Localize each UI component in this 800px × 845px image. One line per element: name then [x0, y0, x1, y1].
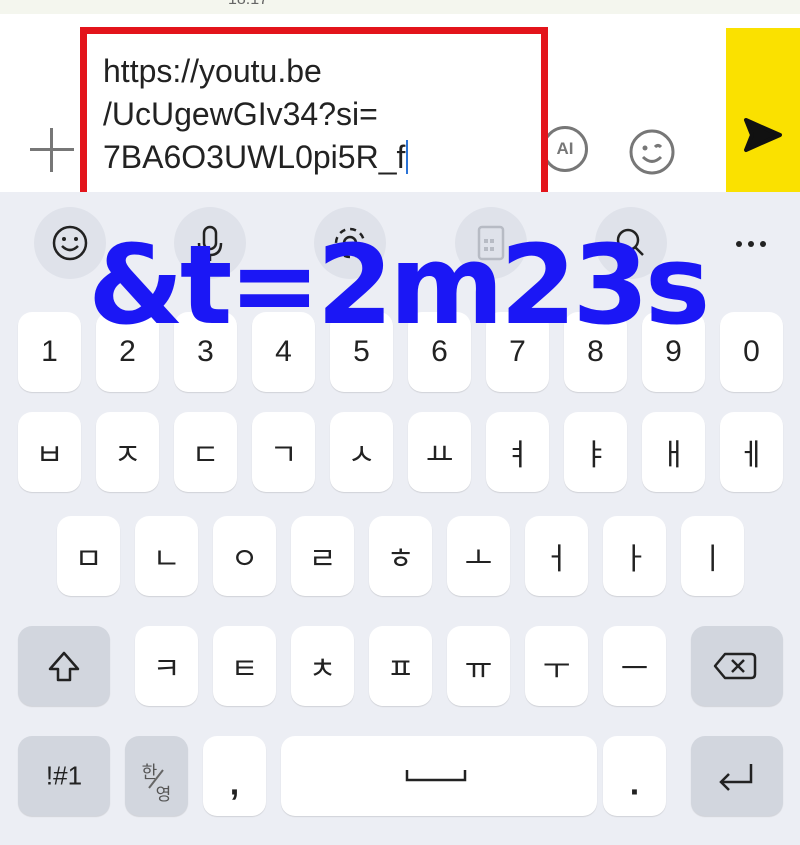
key-hangul[interactable]: ㅂ: [18, 412, 81, 492]
lang-bottom-label: 영: [155, 785, 172, 804]
enter-key[interactable]: [691, 736, 783, 816]
space-key[interactable]: [281, 736, 597, 816]
key-hangul[interactable]: ㅜ: [525, 626, 588, 706]
url-line-2: /UcUgewGIv34?si=: [103, 96, 378, 132]
key-label: ㅅ: [347, 439, 376, 472]
key-hangul[interactable]: ㅏ: [603, 516, 666, 596]
key-hangul[interactable]: ㅓ: [525, 516, 588, 596]
key-label: ㅜ: [542, 653, 571, 686]
key-label: 1: [41, 335, 58, 368]
backspace-icon: [713, 652, 757, 680]
send-arrow-icon: [744, 118, 782, 152]
key-1[interactable]: 1: [18, 312, 81, 392]
key-label: ㄱ: [269, 439, 298, 472]
key-hangul[interactable]: ㅋ: [135, 626, 198, 706]
key-label: ㅣ: [698, 543, 727, 576]
key-0[interactable]: 0: [720, 312, 783, 392]
shift-arrow-icon: [48, 651, 80, 682]
key-label: ㅇ: [230, 543, 259, 576]
timestamp-overlay-caption: &t=2m23s: [88, 221, 710, 349]
comma-key[interactable]: ,: [203, 736, 266, 816]
key-hangul[interactable]: ㅔ: [720, 412, 783, 492]
key-label: ㅛ: [425, 439, 454, 472]
key-label: .: [629, 764, 640, 803]
symbols-key[interactable]: !#1: [18, 736, 110, 816]
key-label: ㅏ: [620, 543, 649, 576]
period-key[interactable]: .: [603, 736, 666, 816]
key-hangul[interactable]: ㅛ: [408, 412, 471, 492]
status-bar: 18:17: [0, 0, 800, 14]
ai-label: AI: [556, 139, 574, 158]
key-label: ㅡ: [620, 653, 649, 686]
key-label: ㅓ: [542, 543, 571, 576]
key-label: ㅋ: [152, 653, 181, 686]
key-label: ㅊ: [308, 653, 337, 686]
key-hangul[interactable]: ㅅ: [330, 412, 393, 492]
key-hangul[interactable]: ㄹ: [291, 516, 354, 596]
space-bar-icon: [405, 770, 467, 782]
more-icon[interactable]: [715, 207, 787, 279]
backspace-key[interactable]: [691, 626, 783, 706]
key-hangul[interactable]: ㅠ: [447, 626, 510, 706]
key-hangul[interactable]: ㅐ: [642, 412, 705, 492]
key-hangul[interactable]: ㅍ: [369, 626, 432, 706]
key-hangul[interactable]: ㅈ: [96, 412, 159, 492]
key-label: 0: [743, 335, 760, 368]
key-label: ㅍ: [386, 653, 415, 686]
key-label: ㅗ: [464, 543, 493, 576]
key-hangul[interactable]: ㅣ: [681, 516, 744, 596]
url-line-3: 7BA6O3UWL0pi5R_f: [103, 139, 406, 175]
enter-return-icon: [719, 764, 753, 791]
attach-plus-icon[interactable]: [28, 126, 76, 174]
key-hangul[interactable]: ㄴ: [135, 516, 198, 596]
key-hangul[interactable]: ㅊ: [291, 626, 354, 706]
key-label: ㅔ: [737, 439, 766, 472]
key-label: ㅠ: [464, 653, 493, 686]
ai-assist-icon[interactable]: AI: [542, 126, 588, 172]
key-label: ㄷ: [191, 439, 220, 472]
key-hangul[interactable]: ㄱ: [252, 412, 315, 492]
key-label: ㅂ: [35, 439, 64, 472]
key-label: ㅕ: [503, 439, 532, 472]
key-label: ,: [229, 764, 240, 803]
key-label: ㅌ: [230, 653, 259, 686]
text-caret: [406, 140, 409, 174]
key-label: ㅎ: [386, 543, 415, 576]
key-hangul[interactable]: ㅌ: [213, 626, 276, 706]
message-input[interactable]: https://youtu.be /UcUgewGIv34?si= 7BA6O3…: [80, 27, 548, 207]
key-hangul[interactable]: ㄷ: [174, 412, 237, 492]
key-hangul[interactable]: ㅑ: [564, 412, 627, 492]
key-hangul[interactable]: ㅗ: [447, 516, 510, 596]
key-label: ㅈ: [113, 439, 142, 472]
sticker-icon[interactable]: [628, 128, 676, 180]
key-label: ㅑ: [581, 439, 610, 472]
key-label: ㅁ: [74, 543, 103, 576]
key-hangul[interactable]: ㅎ: [369, 516, 432, 596]
shift-key[interactable]: [18, 626, 110, 706]
send-button[interactable]: [726, 28, 800, 192]
key-hangul[interactable]: ㅕ: [486, 412, 549, 492]
key-label: ㅐ: [659, 439, 688, 472]
key-hangul[interactable]: ㅡ: [603, 626, 666, 706]
key-hangul[interactable]: ㅁ: [57, 516, 120, 596]
key-label: !#1: [45, 760, 83, 791]
key-hangul[interactable]: ㅇ: [213, 516, 276, 596]
key-label: ㄹ: [308, 543, 337, 576]
url-line-1: https://youtu.be: [103, 53, 322, 89]
language-switch-key[interactable]: 한 영: [125, 736, 188, 816]
key-label: ㄴ: [152, 543, 181, 576]
status-time: 18:17: [228, 0, 268, 9]
